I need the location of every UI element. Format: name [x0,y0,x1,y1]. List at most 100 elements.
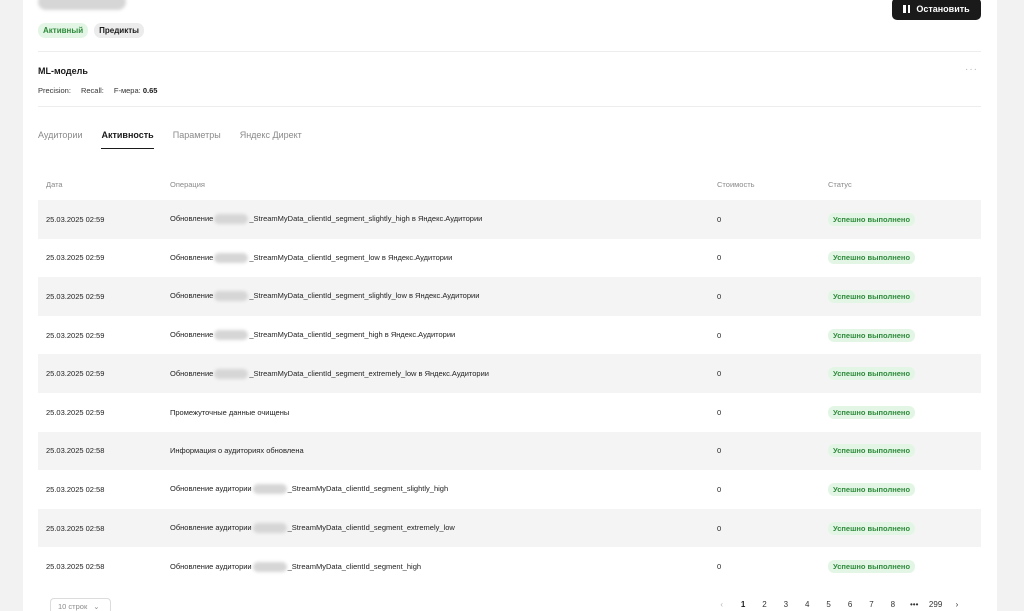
table-row: 25.03.2025 02:58 Обновление аудитории _Str… [38,508,981,548]
tab-activity[interactable]: Активность [101,130,154,149]
divider [38,106,981,107]
operation-suffix: _StreamMyData_clientId_segment_slightly_… [287,484,449,494]
row-operation: Промежуточные данные очищены [170,408,717,417]
operation-suffix: _StreamMyData_clientId_segment_high [287,561,422,571]
row-status: Успешно выполнено [828,482,981,496]
row-status: Успешно выполнено [828,212,981,226]
row-cost: 0 [717,253,722,263]
more-icon[interactable]: ··· [965,64,978,75]
tab-yandex-direct[interactable]: Яндекс Директ [240,130,302,149]
row-status: Успешно выполнено [828,521,981,535]
operation-suffix: _StreamMyData_clientId_segment_high в Ян… [249,330,456,340]
row-date: 25.03.2025 02:59 [46,253,105,263]
rows-per-page-select[interactable]: 10 строк ⌄ [50,598,111,611]
redacted-audience-id [252,484,287,495]
row-operation: Обновление _StreamMyData_clientId_segment… [170,214,717,225]
redacted-audience-id [252,561,287,572]
operation-prefix: Информация о аудиториях обновлена [170,446,304,456]
row-date: 25.03.2025 02:59 [46,214,105,224]
header-operation: Операция [170,179,205,189]
status-badge: Успешно выполнено [828,367,916,381]
row-status: Успешно выполнено [828,560,981,574]
redacted-audience-id [214,214,249,225]
tab-audiences[interactable]: Аудитории [38,130,82,149]
tabs: Аудитории Активность Параметры Яндекс Ди… [38,130,302,149]
table-row: 25.03.2025 02:58 Информация о аудиториях … [38,431,981,471]
row-operation: Обновление _StreamMyData_clientId_segment… [170,291,717,302]
row-cost: 0 [717,407,722,417]
header-status: Статус [828,179,852,189]
row-operation: Обновление аудитории _StreamMyData_client… [170,523,717,534]
redacted-audience-id [214,330,249,341]
page-7[interactable]: 7 [861,600,882,609]
page-8[interactable]: 8 [882,600,903,609]
table-row: 25.03.2025 02:59 Промежуточные данные очи… [38,393,981,432]
table-body: 25.03.2025 02:59 Обновление _StreamMyData_… [38,200,981,586]
model-metrics: Precision: Recall: F-мера: 0.65 [38,86,157,95]
row-date: 25.03.2025 02:59 [46,330,105,340]
operation-suffix: _StreamMyData_clientId_segment_low в Янд… [249,252,453,262]
page-4[interactable]: 4 [797,600,818,609]
prev-page-icon[interactable]: ‹ [711,600,732,609]
table-row: 25.03.2025 02:59 Обновление _StreamMyData_… [38,277,981,316]
redacted-audience-id [214,368,249,379]
header-date: Дата [46,179,63,189]
table-row: 25.03.2025 02:58 Обновление аудитории _Str… [38,547,981,586]
operation-prefix: Обновление аудитории [170,561,252,571]
operation-prefix: Обновление аудитории [170,523,252,533]
status-badge: Успешно выполнено [828,405,916,419]
row-date: 25.03.2025 02:58 [46,446,105,456]
page-3[interactable]: 3 [775,600,796,609]
next-page-icon[interactable]: › [946,600,967,609]
predict-badge[interactable]: Предикты [94,23,144,38]
page-2[interactable]: 2 [754,600,775,609]
table-row: 25.03.2025 02:58 Обновление аудитории _Str… [38,470,981,509]
row-cost: 0 [717,562,722,572]
recall-label: Recall: [80,86,104,95]
content-card: Активный Предикты Остановить ML-модель ·… [23,0,997,611]
row-operation: Обновление аудитории _StreamMyData_client… [170,562,717,572]
pagination-ellipsis[interactable]: ••• [904,600,925,609]
row-cost: 0 [717,214,722,224]
row-status: Успешно выполнено [828,405,981,419]
operation-prefix: Обновление [170,214,214,224]
row-status: Успешно выполнено [828,251,981,265]
table-row: 25.03.2025 02:59 Обновление _StreamMyData_… [38,316,981,355]
pagination: ‹ 1 2 3 4 5 6 7 8 ••• 299 › [711,600,968,609]
operation-prefix: Обновление аудитории [170,484,252,494]
row-cost: 0 [717,484,722,494]
operation-suffix: _StreamMyData_clientId_segment_slightly_… [249,214,483,224]
row-cost: 0 [717,446,722,456]
row-operation: Обновление _StreamMyData_clientId_segment… [170,330,717,341]
row-operation: Информация о аудиториях обновлена [170,446,717,455]
redacted-audience-id [214,291,249,302]
page-5[interactable]: 5 [818,600,839,609]
operation-suffix: _StreamMyData_clientId_segment_extremely… [249,368,489,378]
status-badge: Успешно выполнено [828,212,916,226]
table-row: 25.03.2025 02:59 Обновление _StreamMyData_… [38,354,981,393]
table-header: Дата Операция Стоимость Статус [38,168,981,200]
row-operation: Обновление _StreamMyData_clientId_segment… [170,253,717,263]
status-badges: Активный Предикты [38,23,144,38]
page-299[interactable]: 299 [925,600,946,609]
operation-suffix: _StreamMyData_clientId_segment_slightly_… [249,291,480,301]
row-date: 25.03.2025 02:58 [46,562,105,572]
status-badge: Успешно выполнено [828,328,916,342]
active-badge: Активный [38,23,89,38]
status-badge: Успешно выполнено [828,251,916,265]
page-6[interactable]: 6 [839,600,860,609]
pause-icon [903,5,911,13]
page-1[interactable]: 1 [732,600,753,609]
fmeasure-value: 0.65 [142,86,158,95]
tab-parameters[interactable]: Параметры [173,130,221,149]
row-date: 25.03.2025 02:58 [46,484,105,494]
operation-prefix: Обновление [170,291,214,301]
rows-per-page-label: 10 строк [58,601,88,611]
status-badge: Успешно выполнено [828,521,916,535]
stop-button[interactable]: Остановить [892,0,981,20]
chevron-down-icon: ⌄ [93,601,100,611]
row-operation: Обновление аудитории _StreamMyData_client… [170,484,717,495]
fmeasure-label: F-мера: [113,86,141,95]
row-cost: 0 [717,291,722,301]
table-footer: 10 строк ⌄ ‹ 1 2 3 4 5 6 7 8 ••• 299 › [23,596,997,611]
